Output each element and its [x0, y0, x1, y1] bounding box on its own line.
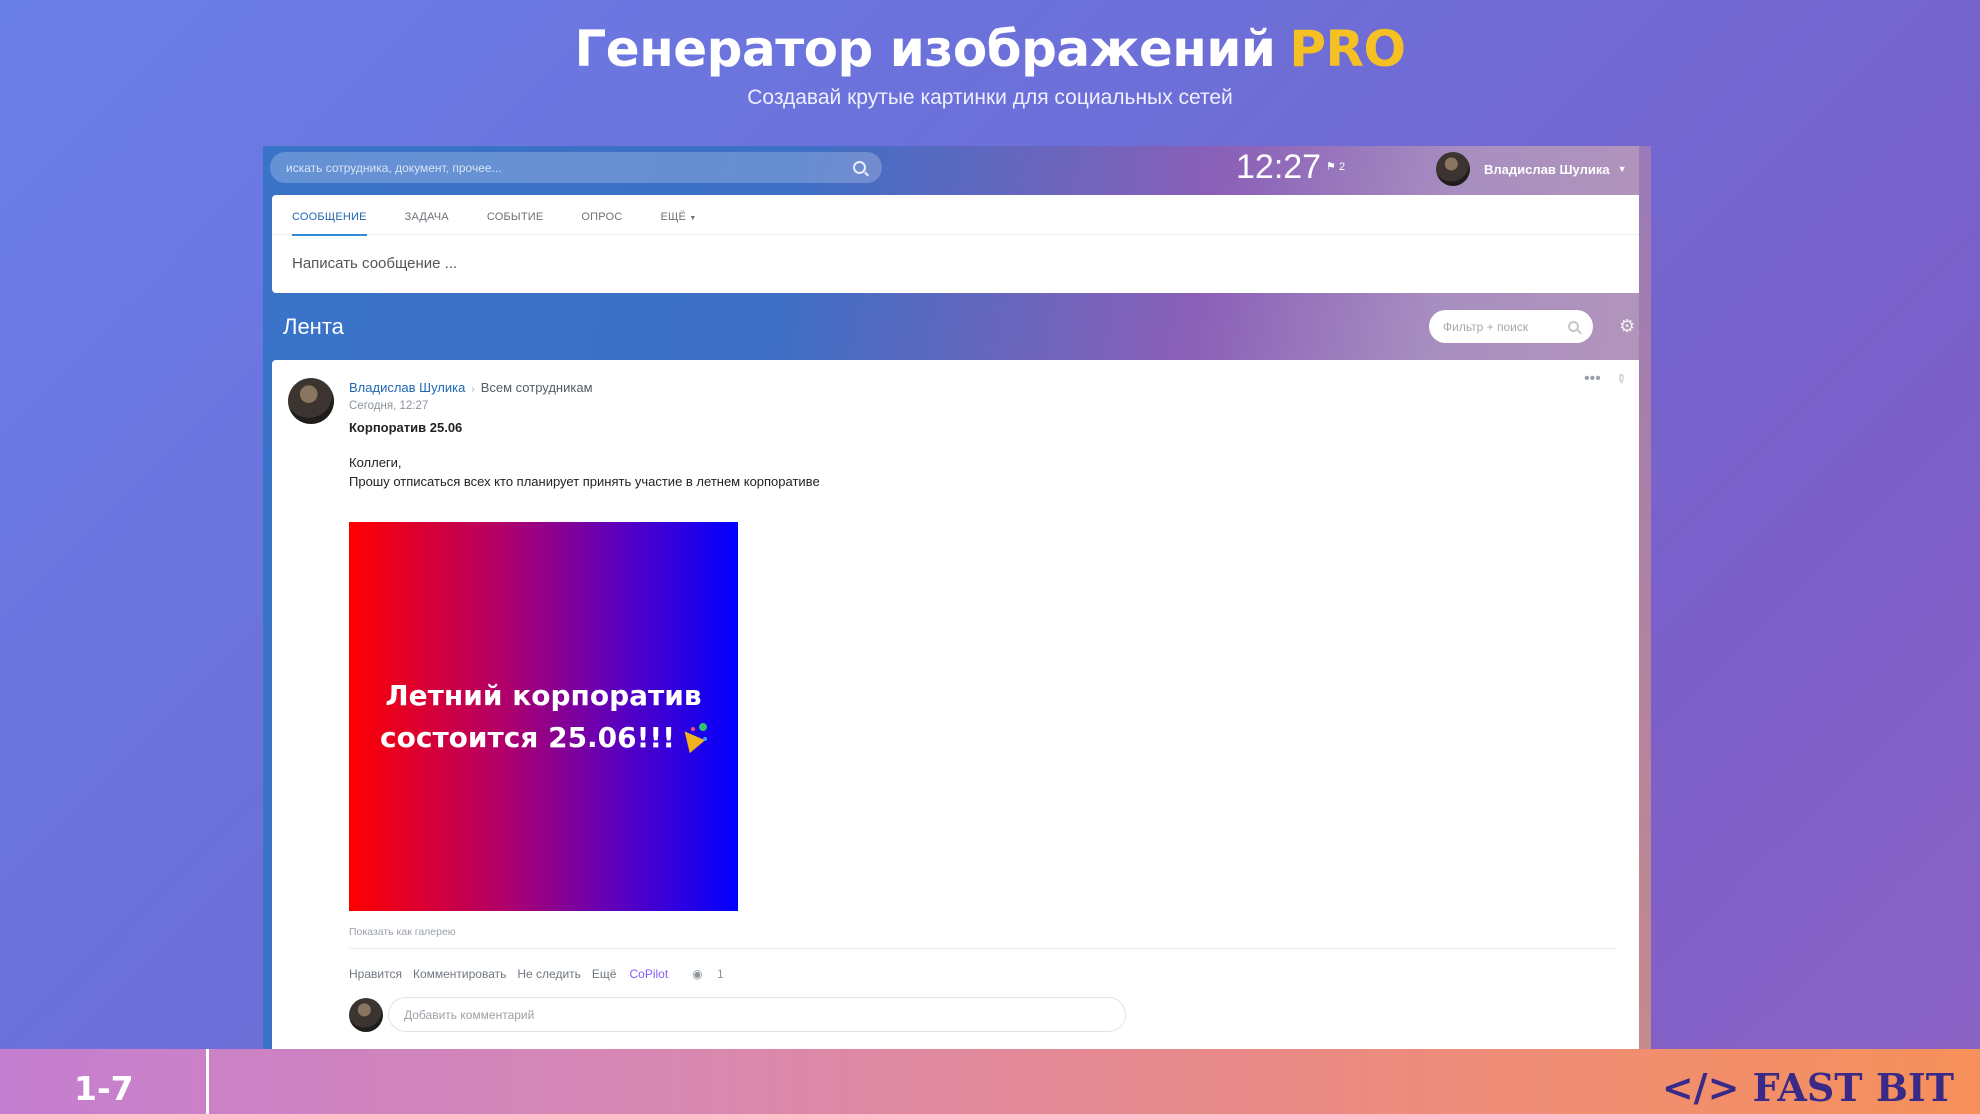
post-actions: Нравится Комментировать Не следить Ещё C…	[349, 967, 746, 981]
comment-input[interactable]: Добавить комментарий	[388, 997, 1126, 1032]
slide-footer: 1-7 </> FAST BIT	[0, 1049, 1980, 1114]
user-avatar	[1436, 152, 1470, 186]
feed-filter-input[interactable]: Фильтр + поиск	[1429, 310, 1593, 343]
tab-event[interactable]: СОБЫТИЕ	[487, 195, 544, 234]
post-image[interactable]: Летний корпоратив состоится 25.06!!!	[349, 522, 738, 911]
post-date[interactable]: Сегодня, 12:27	[349, 400, 428, 412]
clock: 12:27	[1236, 148, 1322, 186]
tab-more-label: ЕЩЁ	[660, 211, 687, 223]
divider	[349, 948, 1617, 949]
feed-filter-placeholder: Фильтр + поиск	[1443, 319, 1529, 334]
banner-line-2: состоится 25.06!!!	[380, 717, 707, 759]
show-as-gallery-link[interactable]: Показать как галерею	[349, 926, 456, 938]
comment-button[interactable]: Комментировать	[413, 967, 506, 981]
author-avatar[interactable]	[288, 378, 334, 424]
like-button[interactable]: Нравится	[349, 967, 402, 981]
tab-task[interactable]: ЗАДАЧА	[405, 195, 449, 234]
flag-icon: ⚑	[1326, 161, 1336, 173]
tab-more[interactable]: ЕЩЁ ▼	[660, 195, 696, 234]
post-body-line: Коллеги,	[349, 455, 402, 470]
gear-icon[interactable]: ⚙	[1619, 316, 1635, 337]
hero-title: Генератор изображений PRO	[0, 20, 1980, 78]
global-search-input[interactable]: искать сотрудника, документ, прочее...	[270, 152, 882, 183]
eye-icon: ◉	[692, 967, 703, 981]
chevron-right-icon: ›	[471, 384, 475, 395]
hero-title-pro: PRO	[1289, 20, 1406, 78]
post-subject: Корпоратив 25.06	[349, 420, 463, 435]
views-counter: ◉ 1	[692, 967, 735, 981]
flag-counter[interactable]: ⚑ 2	[1326, 160, 1345, 173]
message-input[interactable]: Написать сообщение ...	[272, 235, 1643, 272]
brand-logo: </> FAST BIT	[1661, 1065, 1954, 1110]
search-icon[interactable]	[853, 161, 866, 174]
hero: Генератор изображений PRO Создавай крутые…	[0, 20, 1980, 110]
tab-poll[interactable]: ОПРОС	[581, 195, 622, 234]
party-popper-icon	[679, 722, 707, 751]
more-button[interactable]: Ещё	[592, 967, 617, 981]
global-search-placeholder: искать сотрудника, документ, прочее...	[286, 160, 502, 175]
top-bar: искать сотрудника, документ, прочее... 1…	[263, 146, 1651, 194]
banner-line-text: состоится 25.06!!!	[380, 720, 675, 754]
copilot-button[interactable]: CoPilot	[629, 967, 668, 981]
hero-subtitle: Создавай крутые картинки для социальных …	[747, 86, 1233, 109]
tab-message[interactable]: СООБЩЕНИЕ	[292, 195, 367, 236]
banner-line: Летний корпоратив	[385, 678, 702, 712]
post-meta: Владислав Шулика › Всем сотрудникам	[349, 380, 593, 395]
author-link[interactable]: Владислав Шулика	[349, 380, 465, 395]
post-destination[interactable]: Всем сотрудникам	[481, 380, 593, 395]
chevron-down-icon: ▼	[689, 215, 697, 222]
composer-tabs: СООБЩЕНИЕ ЗАДАЧА СОБЫТИЕ ОПРОС ЕЩЁ ▼	[272, 195, 1643, 236]
hero-title-text: Генератор изображений	[574, 20, 1276, 78]
search-icon	[1568, 321, 1579, 332]
pin-icon[interactable]: ✎	[1613, 370, 1630, 387]
user-menu[interactable]: Владислав Шулика ▼	[1436, 152, 1626, 186]
unfollow-button[interactable]: Не следить	[517, 967, 581, 981]
feed-post: Владислав Шулика › Всем сотрудникам Сегодн…	[272, 360, 1643, 1049]
app-window: искать сотрудника, документ, прочее... 1…	[263, 146, 1651, 1049]
chevron-down-icon: ▼	[1617, 164, 1627, 174]
more-options-icon[interactable]: •••	[1584, 370, 1601, 388]
slide-number: 1-7	[74, 1069, 134, 1108]
feed-title: Лента	[283, 314, 344, 339]
user-name: Владислав Шулика	[1484, 161, 1610, 177]
post-body-line: Прошу отписаться всех кто планирует прин…	[349, 474, 820, 489]
commenter-avatar	[349, 998, 383, 1032]
flag-count: 2	[1338, 161, 1346, 173]
post-composer: СООБЩЕНИЕ ЗАДАЧА СОБЫТИЕ ОПРОС ЕЩЁ ▼ Нап…	[272, 195, 1643, 293]
footer-divider	[206, 1049, 209, 1114]
views-count: 1	[717, 967, 724, 981]
